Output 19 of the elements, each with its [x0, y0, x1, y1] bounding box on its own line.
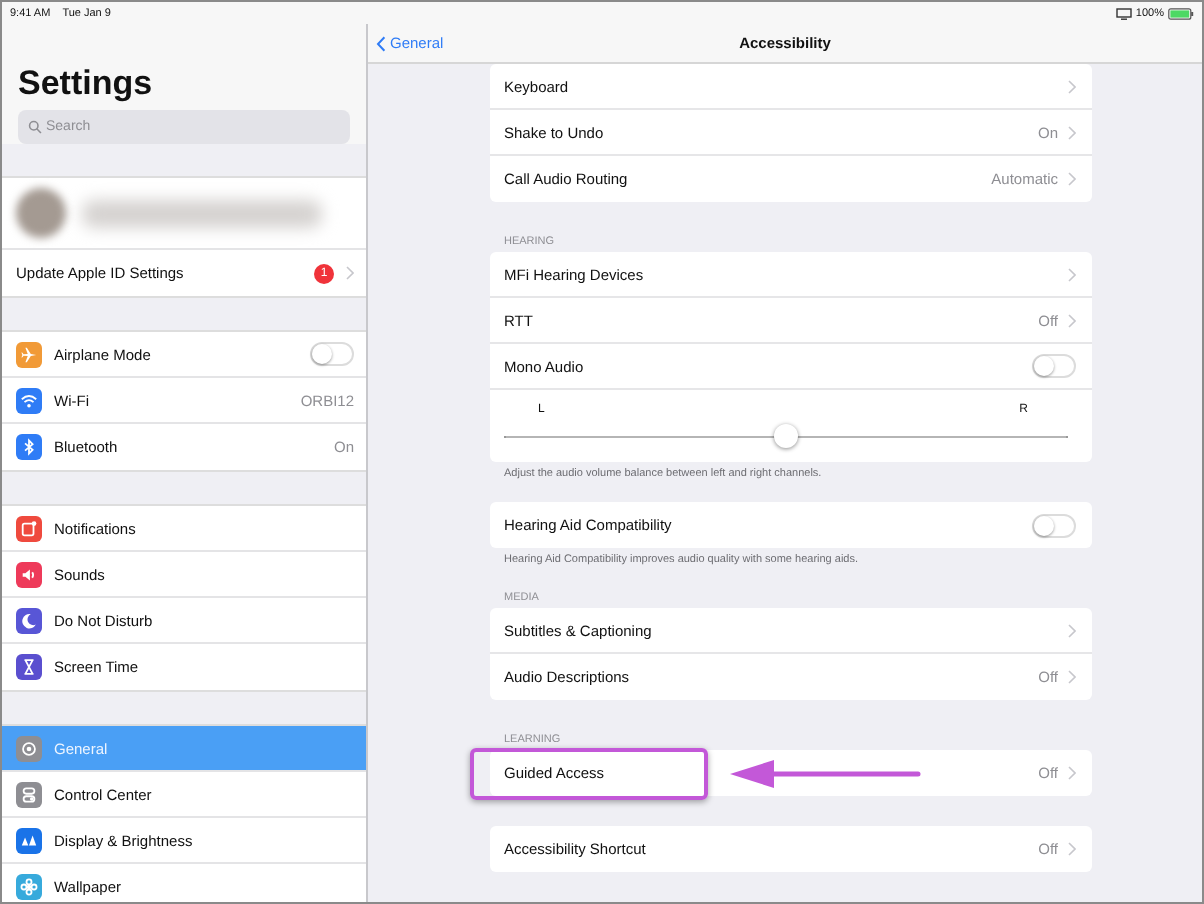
sidebar-title: Settings — [18, 64, 155, 104]
monitor-icon — [1115, 7, 1132, 19]
toggle-switch[interactable] — [1032, 354, 1076, 378]
chevron-icon — [1068, 670, 1076, 684]
chevron-icon — [1068, 313, 1076, 327]
search-icon — [28, 120, 42, 134]
chevron-icon — [1068, 766, 1076, 780]
chevron-icon — [376, 35, 386, 51]
chevron-icon — [1068, 79, 1076, 93]
toggle-switch[interactable] — [310, 342, 354, 366]
chevron-icon — [1068, 842, 1076, 856]
slider-thumb[interactable] — [774, 424, 798, 448]
chevron-icon — [1068, 125, 1076, 139]
avatar-placeholder — [16, 188, 66, 238]
toggle-switch[interactable] — [1032, 513, 1076, 537]
chevron-icon — [1068, 172, 1076, 186]
battery-icon — [1168, 7, 1194, 19]
chevron-icon — [1068, 623, 1076, 637]
chevron-icon — [1068, 267, 1076, 281]
